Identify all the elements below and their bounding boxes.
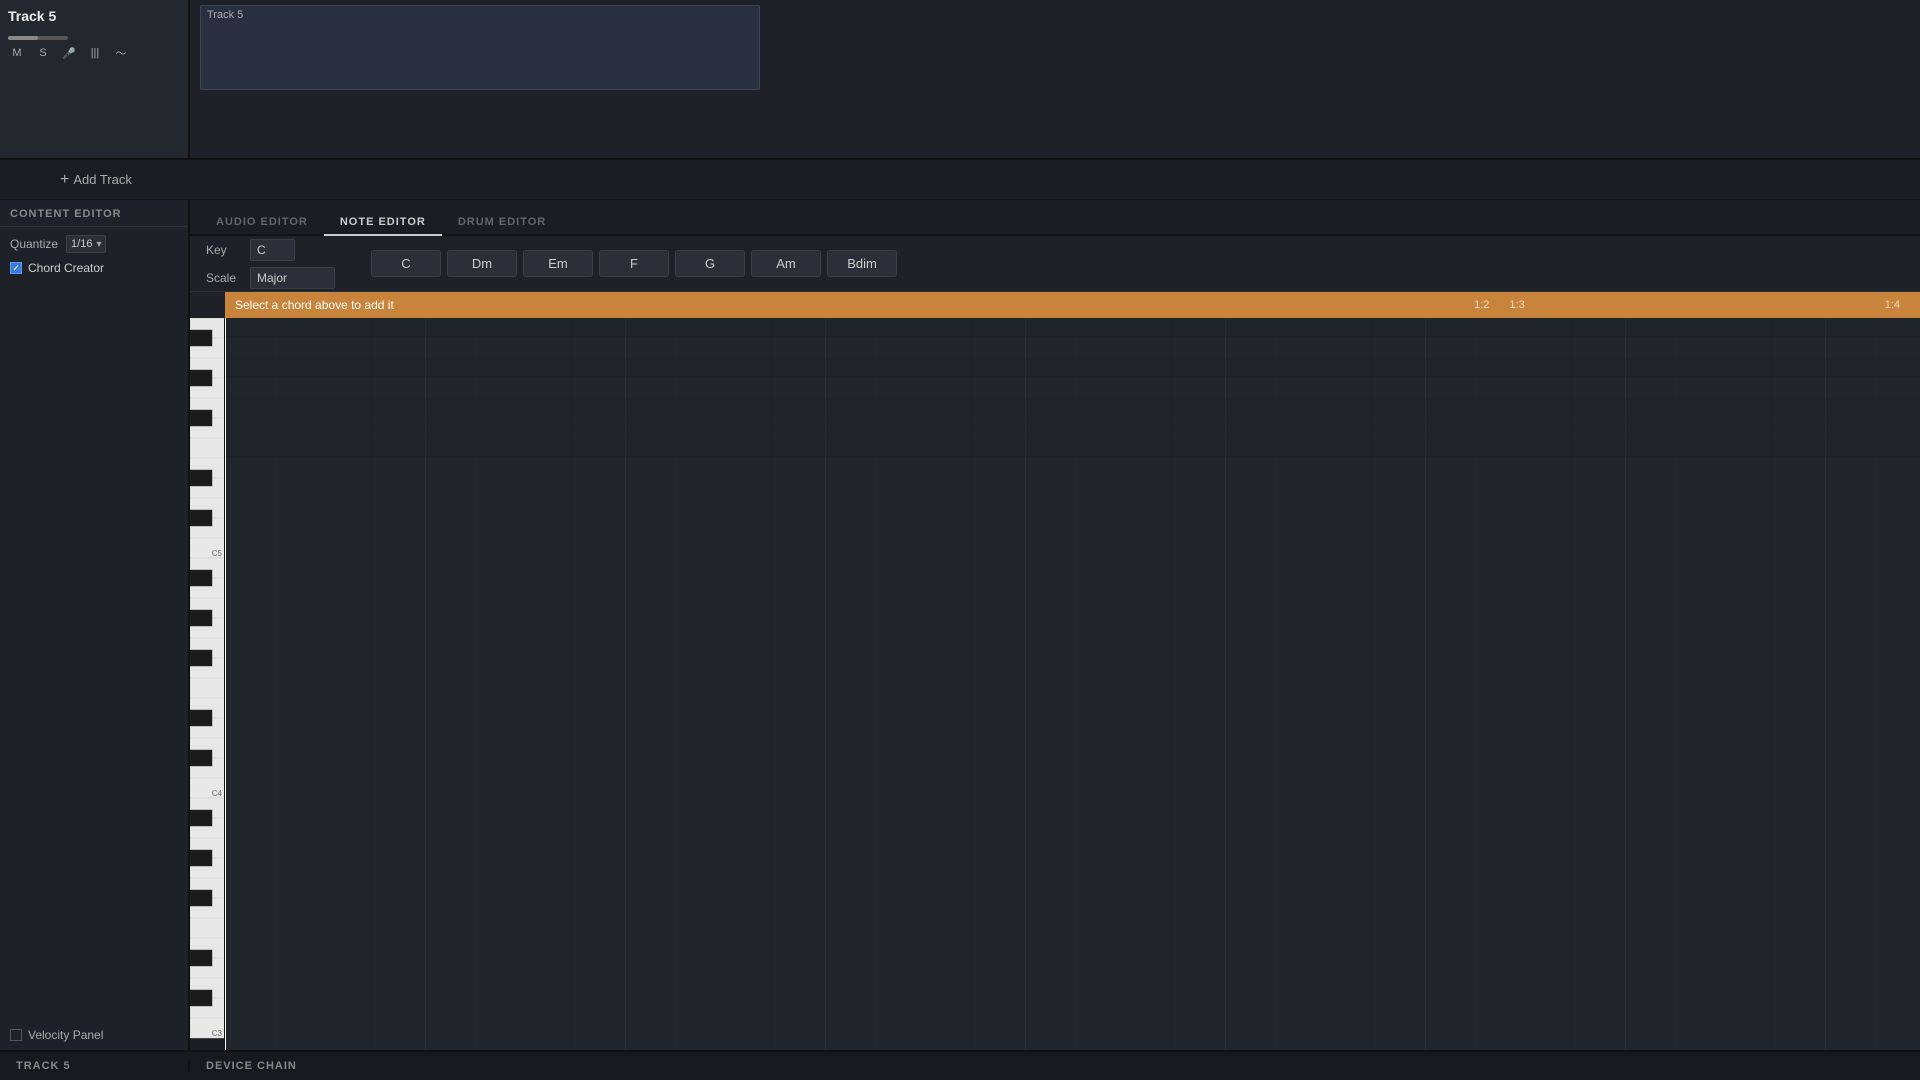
timeline-marker-1: 1:2: [1474, 299, 1509, 311]
chord-button-Bdim[interactable]: Bdim: [827, 250, 897, 277]
timeline-marker-2: 1:3: [1509, 299, 1884, 311]
scale-select[interactable]: MajorMinorDorian PhrygianLydianMixolydia…: [250, 267, 335, 289]
bottom-bar: TRACK 5 DEVICE CHAIN: [0, 1050, 1920, 1080]
scale-row: Scale MajorMinorDorian PhrygianLydianMix…: [206, 267, 335, 289]
key-scale-controls: Key CC#DD# EFF#G G#AA#B Scale: [206, 239, 335, 289]
chord-button-F[interactable]: F: [599, 250, 669, 277]
quantize-chevron-icon: ▾: [96, 239, 101, 250]
key-label: Key: [206, 243, 242, 257]
chord-button-G[interactable]: G: [675, 250, 745, 277]
top-track-area: Track 5 M S 🎤 ||| 〜 Track 5: [0, 0, 1920, 160]
chord-creator-label: Chord Creator: [28, 261, 104, 275]
solo-button[interactable]: S: [34, 44, 52, 62]
add-track-icon: +: [60, 171, 69, 189]
track-clip[interactable]: Track 5: [200, 5, 760, 90]
wave-button[interactable]: 〜: [112, 44, 130, 62]
quantize-select[interactable]: 1/16 ▾: [66, 235, 106, 253]
content-section: CONTENT EDITOR Quantize 1/16 ▾ Chord Cre…: [0, 200, 1920, 1050]
note-grid[interactable]: [225, 318, 1920, 1050]
track-label: TRACK 5: [0, 1060, 190, 1072]
scale-select-wrapper: MajorMinorDorian PhrygianLydianMixolydia…: [250, 267, 335, 289]
record-button[interactable]: 🎤: [60, 44, 78, 62]
sidebar-controls: Quantize 1/16 ▾ Chord Creator: [0, 227, 188, 283]
track-header: Track 5 M S 🎤 ||| 〜: [0, 0, 190, 158]
tab-drum-editor[interactable]: DRUM EDITOR: [442, 210, 562, 236]
grid-svg: [225, 318, 1920, 1050]
bars-button[interactable]: |||: [86, 44, 104, 62]
content-editor-title: CONTENT EDITOR: [0, 200, 188, 227]
chord-button-Am[interactable]: Am: [751, 250, 821, 277]
track-name: Track 5: [8, 8, 180, 24]
svg-text:C3: C3: [212, 1029, 223, 1038]
piano-keys: C5: [190, 318, 225, 1050]
key-select[interactable]: CC#DD# EFF#G G#AA#B: [250, 239, 295, 261]
chord-banner: Select a chord above to add it 1:2 1:3 1…: [225, 292, 1920, 318]
track-volume-fill: [8, 36, 38, 40]
svg-text:C5: C5: [212, 549, 223, 558]
mute-button[interactable]: M: [8, 44, 26, 62]
track-clip-label: Track 5: [201, 6, 759, 24]
velocity-panel-row: Velocity Panel: [0, 1020, 188, 1050]
editor-tabs: AUDIO EDITOR NOTE EDITOR DRUM EDITOR: [190, 200, 1920, 236]
chord-creator-checkbox[interactable]: [10, 262, 22, 274]
track-volume-bar[interactable]: [8, 36, 68, 40]
playhead: [225, 318, 226, 1050]
track-timeline[interactable]: Track 5: [190, 0, 1920, 158]
chord-toolbar: Key CC#DD# EFF#G G#AA#B Scale: [190, 236, 1920, 292]
quantize-row: Quantize 1/16 ▾: [10, 235, 178, 253]
track-controls: M S 🎤 ||| 〜: [8, 44, 180, 62]
main-editor: AUDIO EDITOR NOTE EDITOR DRUM EDITOR Key…: [190, 200, 1920, 1050]
quantize-label: Quantize: [10, 237, 58, 251]
device-chain-label: DEVICE CHAIN: [190, 1060, 313, 1072]
tab-audio-editor[interactable]: AUDIO EDITOR: [200, 210, 324, 236]
chord-button-C[interactable]: C: [371, 250, 441, 277]
piano-roll-area: Select a chord above to add it 1:2 1:3 1…: [190, 292, 1920, 1050]
svg-text:C4: C4: [212, 789, 223, 798]
key-select-wrapper: CC#DD# EFF#G G#AA#B: [250, 239, 295, 261]
tab-note-editor[interactable]: NOTE EDITOR: [324, 210, 442, 236]
scale-label: Scale: [206, 271, 242, 285]
piano-keys-svg: C5: [190, 318, 225, 1050]
quantize-value: 1/16: [71, 238, 92, 250]
timeline-marker-3: 1:4: [1885, 299, 1920, 311]
key-row: Key CC#DD# EFF#G G#AA#B: [206, 239, 335, 261]
add-track-label: Add Track: [73, 172, 132, 187]
velocity-panel-label: Velocity Panel: [28, 1028, 103, 1042]
chord-buttons: C Dm Em F G Am Bdim: [371, 250, 897, 277]
left-sidebar: CONTENT EDITOR Quantize 1/16 ▾ Chord Cre…: [0, 200, 190, 1050]
chord-button-Em[interactable]: Em: [523, 250, 593, 277]
chord-banner-text: Select a chord above to add it: [235, 298, 394, 312]
piano-roll-wrapper: C5: [190, 292, 1920, 1050]
chord-creator-row: Chord Creator: [10, 261, 178, 275]
note-editor-content: Key CC#DD# EFF#G G#AA#B Scale: [190, 236, 1920, 1050]
chord-button-Dm[interactable]: Dm: [447, 250, 517, 277]
add-track-row[interactable]: + Add Track: [0, 160, 1920, 200]
velocity-panel-checkbox[interactable]: [10, 1029, 22, 1041]
